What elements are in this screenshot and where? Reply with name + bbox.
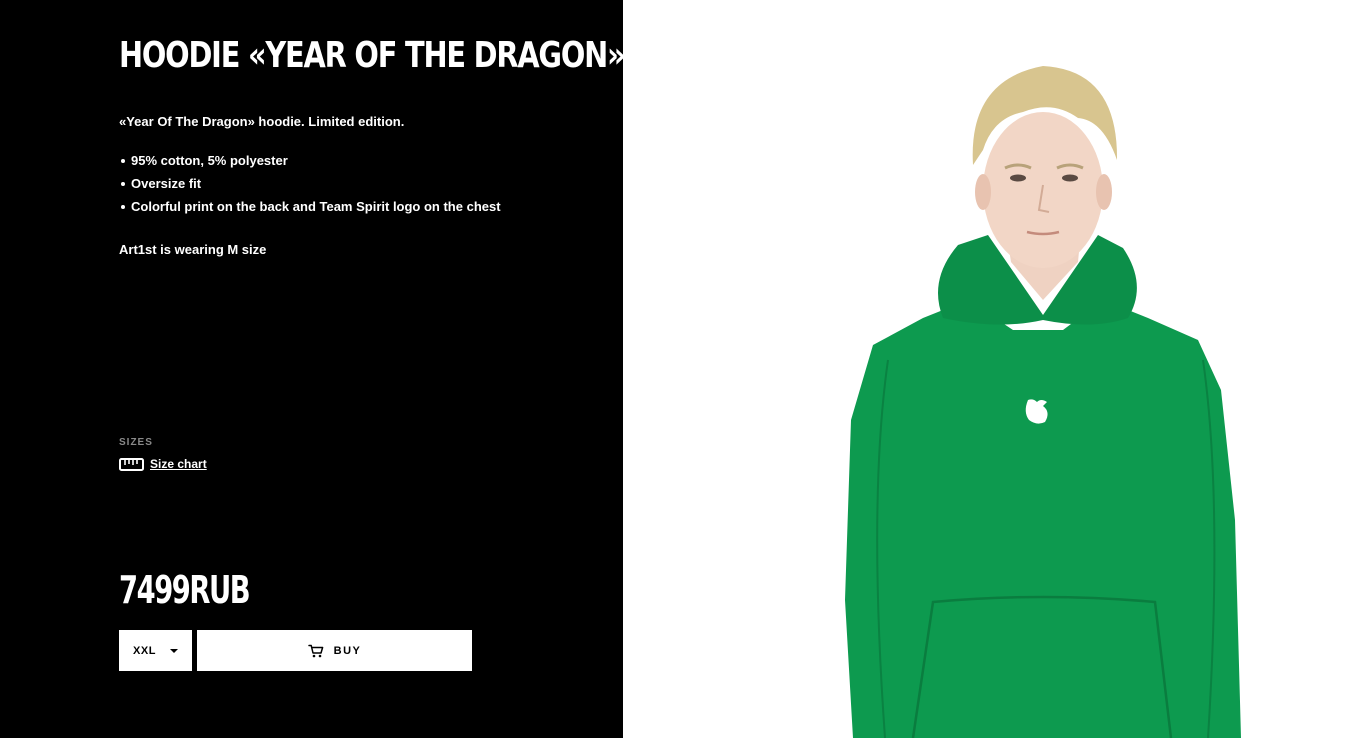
size-chart-label[interactable]: Size chart [150,457,207,471]
product-photo [845,66,1241,738]
cart-icon [307,644,323,657]
size-dropdown[interactable]: XXL [119,630,192,671]
ruler-icon [119,457,144,471]
feature-item: Oversize fit [119,172,501,195]
feature-item: Colorful print on the back and Team Spir… [119,195,501,218]
dragon-logo-icon [1025,399,1048,424]
size-dropdown-value: XXL [133,644,156,657]
model-size-note: Art1st is wearing M size [119,242,267,257]
size-chart-link[interactable]: Size chart [119,457,207,471]
product-title: HOODIE «YEAR OF THE DRAGON» [119,35,626,76]
feature-list: 95% cotton, 5% polyester Oversize fit Co… [119,149,501,218]
buy-label: BUY [333,644,362,657]
chevron-down-icon [169,648,178,653]
product-price: 7499RUB [119,568,251,612]
product-description: «Year Of The Dragon» hoodie. Limited edi… [119,114,405,129]
feature-item: 95% cotton, 5% polyester [119,149,501,172]
sizes-label: SIZES [119,437,153,448]
product-image [623,0,1360,738]
buy-button[interactable]: BUY [197,630,472,671]
product-info-panel: HOODIE «YEAR OF THE DRAGON» «Year Of The… [0,0,626,738]
